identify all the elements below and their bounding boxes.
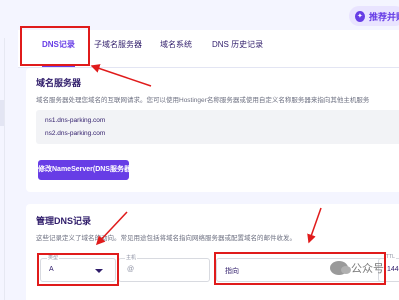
record-ttl-value: 14400 xyxy=(387,266,399,273)
wechat-icon xyxy=(330,261,351,275)
dns-records-title: 管理DNS记录 xyxy=(36,216,92,226)
gift-icon: ✦ xyxy=(355,10,365,22)
tab-dnssec[interactable]: 域名系统 xyxy=(160,30,192,67)
watermark: 公众号 xyxy=(330,260,384,276)
tab-child-nameservers-label: 子域名服务器 xyxy=(94,40,142,49)
tab-dns-history-label: DNS 历史记录 xyxy=(212,40,264,49)
left-sidebar-edge xyxy=(0,0,18,300)
nameservers-card: 域名服务器 域名服务器处理您域名的互联网请求。您可以使用Hostinger名称服… xyxy=(26,68,399,192)
annotation-box-dns-tab xyxy=(20,26,90,66)
sidebar-notch xyxy=(0,100,4,126)
dns-records-description: 这些记录定义了域名的动向。常见用途包括将域名指向网络服务器或配置域名的邮件收发。 xyxy=(36,235,296,242)
change-nameservers-button[interactable]: 修改NameServer(DNS服务器) xyxy=(38,160,133,180)
record-name-label: 主机 xyxy=(125,254,138,261)
nameserver-1: ns1.dns-parking.com xyxy=(45,117,106,124)
tab-dnssec-label: 域名系统 xyxy=(160,40,192,49)
sidebar-divider xyxy=(4,38,5,300)
nameserver-list: ns1.dns-parking.com ns2.dns-parking.com xyxy=(36,110,399,144)
tab-child-nameservers[interactable]: 子域名服务器 xyxy=(94,30,142,67)
watermark-text: 公众号 xyxy=(351,263,384,275)
nameservers-description: 域名服务器处理您域名的互联网请求。您可以使用Hostinger名称服务器或使用自… xyxy=(36,97,370,104)
record-name-input[interactable]: 主机 @ xyxy=(118,254,210,282)
record-name-value: @ xyxy=(127,266,135,273)
nameservers-title: 域名服务器 xyxy=(36,78,82,88)
refer-and-earn-label: 推荐并赚 xyxy=(368,11,399,22)
annotation-box-type xyxy=(37,253,119,286)
record-ttl-label: TTL xyxy=(385,254,396,260)
refer-and-earn-button[interactable]: ✦ 推荐并赚 xyxy=(349,6,399,26)
nameserver-2: ns2.dns-parking.com xyxy=(45,130,106,137)
tab-dns-history[interactable]: DNS 历史记录 xyxy=(212,30,263,67)
